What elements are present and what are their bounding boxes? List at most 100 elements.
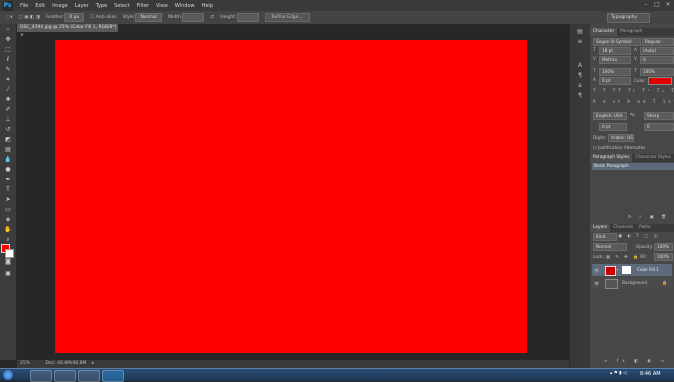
- background-color-swatch[interactable]: [5, 249, 14, 258]
- menu-type[interactable]: Type: [96, 3, 107, 9]
- marquee-tool-icon[interactable]: ⬚▾: [6, 15, 13, 20]
- taskbar-explorer-icon[interactable]: [54, 370, 76, 382]
- fill-input[interactable]: 100%: [654, 253, 673, 261]
- workspace-switcher[interactable]: Typography: [607, 13, 650, 23]
- text-style-buttons[interactable]: T T TT Tr T¹ T₁ T T: [593, 88, 674, 93]
- menu-layer[interactable]: Layer: [75, 3, 89, 9]
- glyphs-panel-icon[interactable]: a: [575, 82, 585, 89]
- styles-panel-footer-icons[interactable]: ⟳ ✓ ▣ 🗑: [628, 214, 669, 220]
- visibility-eye-icon[interactable]: 👁: [594, 268, 599, 274]
- font-style-select[interactable]: Regular: [642, 38, 674, 46]
- type-tool-icon[interactable]: T: [3, 186, 13, 194]
- indent-input[interactable]: 0 pt: [599, 123, 627, 131]
- selection-mode-icons[interactable]: ▢ ▣ ◧ ◨: [19, 15, 40, 20]
- digits-select[interactable]: Arabic: US: [608, 134, 634, 142]
- status-arrow-icon[interactable]: ▸: [92, 361, 94, 366]
- marquee-tool-icon[interactable]: ⬚: [3, 46, 13, 54]
- taskbar-photoshop-icon[interactable]: [102, 370, 124, 382]
- taskbar-ie-icon[interactable]: [30, 370, 52, 382]
- menu-view[interactable]: View: [156, 3, 168, 9]
- tab-channels[interactable]: Channels: [610, 224, 636, 232]
- paragraph-style-panel-icon[interactable]: ¶: [575, 92, 585, 99]
- menu-help[interactable]: Help: [202, 3, 213, 9]
- crop-tool-icon[interactable]: ⌗: [3, 76, 13, 84]
- hand-tool-icon[interactable]: ✋: [3, 226, 13, 234]
- layers-footer-icons[interactable]: ∞ fx ◧ ◐ ▭ ▣ 🗑: [604, 358, 674, 364]
- font-size-input[interactable]: 18 pt: [599, 47, 631, 55]
- antialias-select[interactable]: Sharp: [644, 112, 674, 120]
- layer-filter-icons[interactable]: ▣ ◐ T ▢ ◫: [618, 233, 659, 238]
- text-color-swatch[interactable]: [648, 77, 672, 85]
- maximize-icon[interactable]: □: [653, 1, 661, 8]
- justification-checkbox[interactable]: ☐ Justification Alternates: [593, 145, 645, 150]
- blur-tool-icon[interactable]: 💧: [3, 156, 13, 164]
- document-tab[interactable]: DSC_4394.jpg @ 25% (Color Fill 1, RGB/8*…: [17, 24, 118, 38]
- history-brush-tool-icon[interactable]: ↺: [3, 126, 13, 134]
- feather-input[interactable]: 0 px: [64, 13, 85, 22]
- start-button-icon[interactable]: [3, 370, 13, 380]
- brush-tool-icon[interactable]: ✐: [3, 106, 13, 114]
- lock-icons[interactable]: ▦ ✎ ✥ 🔒: [606, 254, 640, 260]
- baseline-input[interactable]: 0 pt: [599, 77, 631, 85]
- visibility-eye-icon[interactable]: 👁: [594, 281, 599, 287]
- font-family-select[interactable]: Segoe UI Symbol: [593, 38, 641, 46]
- 3d-tool-icon[interactable]: ◈: [3, 216, 13, 224]
- swap-icon[interactable]: ⇄: [210, 15, 214, 20]
- screen-mode-icon[interactable]: ▣: [3, 270, 13, 278]
- image-canvas[interactable]: [55, 40, 527, 353]
- tracking-input[interactable]: 0: [640, 56, 674, 64]
- menu-window[interactable]: Window: [175, 3, 195, 9]
- refine-edge-button[interactable]: Refine Edge...: [264, 13, 310, 22]
- minimize-icon[interactable]: –: [642, 1, 650, 8]
- properties-panel-icon[interactable]: ≡: [575, 38, 585, 45]
- menu-select[interactable]: Select: [114, 3, 129, 9]
- tab-paragraph[interactable]: Paragraph: [617, 28, 645, 36]
- tray-icons[interactable]: ▴ ⚑ ▮ ◁: [610, 371, 627, 376]
- layer-row-color-fill[interactable]: 👁 ∞ Color Fill 1: [592, 264, 672, 276]
- style-list-item[interactable]: Basic Paragraph: [592, 163, 674, 170]
- move-tool-icon[interactable]: ✥: [3, 36, 13, 44]
- kerning-select[interactable]: Metrics: [599, 56, 631, 64]
- eraser-tool-icon[interactable]: ◩: [3, 136, 13, 144]
- paragraph-panel-icon[interactable]: ¶: [575, 72, 585, 79]
- zoom-level[interactable]: 25%: [20, 361, 30, 366]
- path-selection-tool-icon[interactable]: ➤: [3, 196, 13, 204]
- layer-filter-select[interactable]: Kind: [593, 233, 617, 241]
- healing-brush-tool-icon[interactable]: ✚: [3, 96, 13, 104]
- quick-select-tool-icon[interactable]: ✎: [3, 66, 13, 74]
- style-select[interactable]: Normal: [135, 13, 162, 22]
- clock[interactable]: 8:46 AM: [640, 371, 661, 377]
- shape-tool-icon[interactable]: ▭: [3, 206, 13, 214]
- space-input[interactable]: 0: [644, 123, 674, 131]
- chain-link-icon[interactable]: ∞: [616, 267, 620, 272]
- antialias-checkbox[interactable]: ☐ Anti-alias: [90, 15, 116, 20]
- vertical-scale-input[interactable]: 100%: [599, 68, 631, 76]
- eyedropper-tool-icon[interactable]: ⁄: [3, 86, 13, 94]
- tab-paragraph-styles[interactable]: Paragraph Styles: [590, 154, 633, 162]
- quick-mask-icon[interactable]: ◙: [3, 258, 13, 266]
- dodge-tool-icon[interactable]: ●: [3, 166, 13, 174]
- menu-file[interactable]: File: [20, 3, 28, 9]
- menu-edit[interactable]: Edit: [35, 3, 45, 9]
- tab-paths[interactable]: Paths: [636, 224, 654, 232]
- layer-row-background[interactable]: 👁 Background 🔒: [592, 277, 672, 289]
- language-select[interactable]: English: USA: [593, 112, 627, 120]
- close-icon[interactable]: ✕: [664, 1, 672, 8]
- character-panel-icon[interactable]: A: [575, 62, 585, 69]
- taskbar-media-icon[interactable]: [78, 370, 100, 382]
- opentype-buttons[interactable]: ﬁ σ st A ad T 1st ½: [593, 99, 674, 104]
- clone-stamp-tool-icon[interactable]: ⊥: [3, 116, 13, 124]
- blend-mode-select[interactable]: Normal: [593, 243, 627, 251]
- menu-filter[interactable]: Filter: [137, 3, 149, 9]
- lasso-tool-icon[interactable]: ℓ: [3, 56, 13, 64]
- height-input[interactable]: [236, 13, 259, 22]
- tab-character-styles[interactable]: Character Styles: [632, 154, 674, 162]
- leading-input[interactable]: (Auto): [640, 47, 674, 55]
- history-panel-icon[interactable]: ▤: [575, 28, 585, 35]
- pen-tool-icon[interactable]: ✒: [3, 176, 13, 184]
- gradient-tool-icon[interactable]: ▤: [3, 146, 13, 154]
- width-input[interactable]: [182, 13, 205, 22]
- zoom-tool-icon[interactable]: ⌕: [3, 236, 13, 244]
- tab-character[interactable]: Character: [590, 28, 618, 36]
- tab-layers[interactable]: Layers: [590, 224, 611, 232]
